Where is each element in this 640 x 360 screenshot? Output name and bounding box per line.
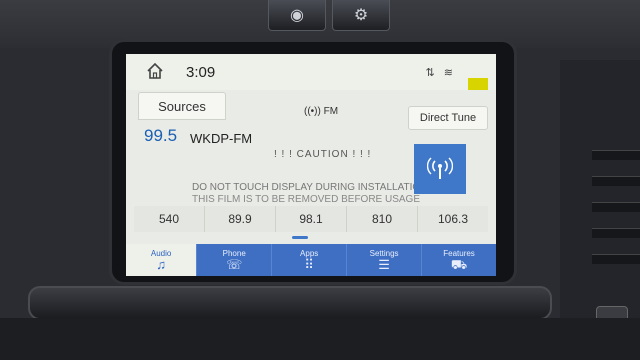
- station-name: WKDP-FM: [190, 131, 253, 146]
- screen-shelf: [28, 286, 552, 320]
- air-vent: [592, 202, 640, 212]
- broadcast-antenna-icon: [427, 157, 453, 179]
- sliders-icon: ☰: [378, 256, 390, 272]
- band-label: FM: [323, 106, 339, 117]
- film-notice-line-1: DO NOT TOUCH DISPLAY DURING INSTALLATION: [192, 182, 428, 193]
- air-vent: [592, 254, 640, 264]
- nav-audio[interactable]: Audio ♫: [126, 244, 198, 276]
- status-bar: 3:09 ⇅ ≋: [126, 54, 496, 90]
- page-indicator: [292, 236, 308, 239]
- music-note-icon: ♫: [156, 256, 166, 272]
- air-vent: [592, 150, 640, 160]
- nav-phone[interactable]: Phone ☏: [197, 244, 273, 276]
- film-caution-text: ! ! ! CAUTION ! ! !: [274, 149, 372, 160]
- phone-icon: ☏: [226, 256, 243, 272]
- band-indicator: ((•)) FM: [304, 106, 338, 117]
- clock: 3:09: [186, 64, 216, 81]
- sources-button[interactable]: Sources: [138, 92, 226, 120]
- current-frequency: 99.5: [144, 126, 178, 145]
- apps-grid-icon: ⠿: [304, 256, 314, 272]
- direct-tune-button[interactable]: Direct Tune: [408, 106, 488, 130]
- bottom-nav: Audio ♫ Phone ☏ Apps ⠿ Settings ☰ Featur…: [126, 244, 496, 276]
- nav-features[interactable]: Features ⛟: [422, 244, 496, 276]
- preset-button[interactable]: 540: [134, 206, 205, 232]
- hazard-icon: ⚙: [353, 7, 369, 24]
- hardware-button-left[interactable]: ◉: [268, 0, 326, 31]
- preset-bar: 540 89.9 98.1 810 106.3: [134, 206, 488, 232]
- nav-settings[interactable]: Settings ☰: [347, 244, 423, 276]
- preset-button[interactable]: 810: [347, 206, 418, 232]
- nav-apps[interactable]: Apps ⠿: [272, 244, 348, 276]
- preset-button[interactable]: 106.3: [418, 206, 488, 232]
- hardware-button-right[interactable]: ⚙: [332, 0, 390, 31]
- preset-button[interactable]: 98.1: [276, 206, 347, 232]
- air-vent: [592, 228, 640, 238]
- station-art-tile: [414, 144, 466, 194]
- home-icon[interactable]: [146, 62, 164, 80]
- infotainment-screen: 3:09 ⇅ ≋ Sources ((•)) FM Direct Tune 99…: [126, 54, 496, 276]
- radio-wave-icon: ((•)): [304, 106, 321, 117]
- connectivity-icons: ⇅ ≋: [425, 67, 456, 79]
- lower-dashboard: [0, 318, 640, 360]
- preset-button[interactable]: 89.9: [205, 206, 276, 232]
- film-notice-line-2: THIS FILM IS TO BE REMOVED BEFORE USAGE: [192, 194, 421, 205]
- truck-icon: ⛟: [450, 256, 468, 272]
- battery-indicator: [468, 78, 488, 90]
- air-vent: [592, 176, 640, 186]
- radio-power-icon: ◉: [290, 7, 304, 24]
